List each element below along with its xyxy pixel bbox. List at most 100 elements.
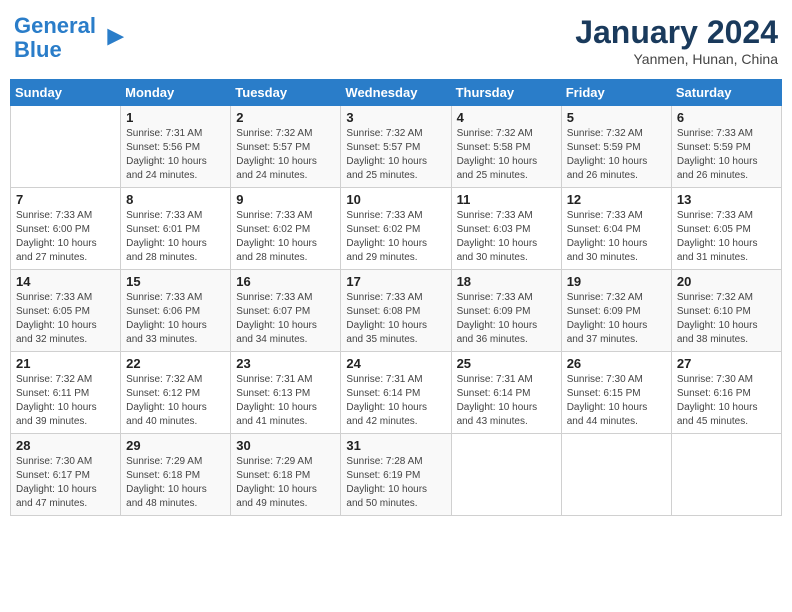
calendar-day-cell bbox=[561, 434, 671, 516]
day-number: 23 bbox=[236, 356, 335, 371]
day-info: Sunrise: 7:33 AM Sunset: 6:03 PM Dayligh… bbox=[457, 209, 556, 265]
calendar-day-cell bbox=[671, 434, 781, 516]
calendar-week-row: 7Sunrise: 7:33 AM Sunset: 6:00 PM Daylig… bbox=[11, 188, 782, 270]
calendar-day-cell: 27 Sunrise: 7:30 AM Sunset: 6:16 PM Dayli… bbox=[671, 352, 781, 434]
weekday-header: Monday bbox=[121, 80, 231, 106]
calendar-day-cell: 7Sunrise: 7:33 AM Sunset: 6:00 PM Daylig… bbox=[11, 188, 121, 270]
calendar-day-cell: 17 Sunrise: 7:33 AM Sunset: 6:08 PM Dayli… bbox=[341, 270, 451, 352]
day-info: Sunrise: 7:31 AM Sunset: 6:14 PM Dayligh… bbox=[346, 373, 445, 429]
day-number: 19 bbox=[567, 274, 666, 289]
day-info: Sunrise: 7:33 AM Sunset: 5:59 PM Dayligh… bbox=[677, 127, 776, 183]
calendar-day-cell: 8Sunrise: 7:33 AM Sunset: 6:01 PM Daylig… bbox=[121, 188, 231, 270]
day-number: 9 bbox=[236, 192, 335, 207]
day-info: Sunrise: 7:29 AM Sunset: 6:18 PM Dayligh… bbox=[236, 455, 335, 511]
calendar-day-cell bbox=[451, 434, 561, 516]
calendar-day-cell: 15Sunrise: 7:33 AM Sunset: 6:06 PM Dayli… bbox=[121, 270, 231, 352]
page-header: GeneralBlue January 2024 Yanmen, Hunan, … bbox=[10, 10, 782, 71]
day-number: 5 bbox=[567, 110, 666, 125]
day-info: Sunrise: 7:33 AM Sunset: 6:01 PM Dayligh… bbox=[126, 209, 225, 265]
day-number: 21 bbox=[16, 356, 115, 371]
day-info: Sunrise: 7:32 AM Sunset: 5:57 PM Dayligh… bbox=[236, 127, 335, 183]
day-info: Sunrise: 7:30 AM Sunset: 6:16 PM Dayligh… bbox=[677, 373, 776, 429]
day-number: 27 bbox=[677, 356, 776, 371]
calendar-day-cell: 22 Sunrise: 7:32 AM Sunset: 6:12 PM Dayli… bbox=[121, 352, 231, 434]
day-number: 12 bbox=[567, 192, 666, 207]
calendar-day-cell: 20 Sunrise: 7:32 AM Sunset: 6:10 PM Dayli… bbox=[671, 270, 781, 352]
calendar-day-cell: 29 Sunrise: 7:29 AM Sunset: 6:18 PM Dayli… bbox=[121, 434, 231, 516]
day-info: Sunrise: 7:32 AM Sunset: 5:59 PM Dayligh… bbox=[567, 127, 666, 183]
calendar-day-cell: 18Sunrise: 7:33 AM Sunset: 6:09 PM Dayli… bbox=[451, 270, 561, 352]
calendar-day-cell: 1 Sunrise: 7:31 AM Sunset: 5:56 PM Daylig… bbox=[121, 106, 231, 188]
calendar-day-cell: 11 Sunrise: 7:33 AM Sunset: 6:03 PM Dayli… bbox=[451, 188, 561, 270]
day-number: 29 bbox=[126, 438, 225, 453]
calendar-day-cell: 5 Sunrise: 7:32 AM Sunset: 5:59 PM Daylig… bbox=[561, 106, 671, 188]
day-info: Sunrise: 7:33 AM Sunset: 6:05 PM Dayligh… bbox=[16, 291, 115, 347]
day-number: 2 bbox=[236, 110, 335, 125]
day-number: 4 bbox=[457, 110, 556, 125]
logo-text: GeneralBlue bbox=[14, 14, 96, 62]
day-info: Sunrise: 7:30 AM Sunset: 6:17 PM Dayligh… bbox=[16, 455, 115, 511]
day-info: Sunrise: 7:29 AM Sunset: 6:18 PM Dayligh… bbox=[126, 455, 225, 511]
calendar-day-cell: 24Sunrise: 7:31 AM Sunset: 6:14 PM Dayli… bbox=[341, 352, 451, 434]
day-info: Sunrise: 7:31 AM Sunset: 6:14 PM Dayligh… bbox=[457, 373, 556, 429]
calendar-day-cell: 16 Sunrise: 7:33 AM Sunset: 6:07 PM Dayli… bbox=[231, 270, 341, 352]
day-number: 31 bbox=[346, 438, 445, 453]
weekday-header: Sunday bbox=[11, 80, 121, 106]
day-info: Sunrise: 7:32 AM Sunset: 6:09 PM Dayligh… bbox=[567, 291, 666, 347]
weekday-header: Friday bbox=[561, 80, 671, 106]
day-number: 14 bbox=[16, 274, 115, 289]
day-number: 15 bbox=[126, 274, 225, 289]
day-info: Sunrise: 7:28 AM Sunset: 6:19 PM Dayligh… bbox=[346, 455, 445, 511]
day-info: Sunrise: 7:33 AM Sunset: 6:02 PM Dayligh… bbox=[346, 209, 445, 265]
title-area: January 2024 Yanmen, Hunan, China bbox=[575, 14, 778, 67]
day-number: 11 bbox=[457, 192, 556, 207]
calendar-table: SundayMondayTuesdayWednesdayThursdayFrid… bbox=[10, 79, 782, 516]
calendar-day-cell: 6Sunrise: 7:33 AM Sunset: 5:59 PM Daylig… bbox=[671, 106, 781, 188]
weekday-header: Wednesday bbox=[341, 80, 451, 106]
day-info: Sunrise: 7:33 AM Sunset: 6:02 PM Dayligh… bbox=[236, 209, 335, 265]
weekday-header: Tuesday bbox=[231, 80, 341, 106]
day-number: 22 bbox=[126, 356, 225, 371]
day-info: Sunrise: 7:32 AM Sunset: 6:10 PM Dayligh… bbox=[677, 291, 776, 347]
day-info: Sunrise: 7:32 AM Sunset: 5:58 PM Dayligh… bbox=[457, 127, 556, 183]
logo: GeneralBlue bbox=[14, 14, 126, 62]
calendar-week-row: 1 Sunrise: 7:31 AM Sunset: 5:56 PM Daylig… bbox=[11, 106, 782, 188]
calendar-day-cell: 14 Sunrise: 7:33 AM Sunset: 6:05 PM Dayli… bbox=[11, 270, 121, 352]
calendar-day-cell: 10 Sunrise: 7:33 AM Sunset: 6:02 PM Dayli… bbox=[341, 188, 451, 270]
calendar-week-row: 21 Sunrise: 7:32 AM Sunset: 6:11 PM Dayli… bbox=[11, 352, 782, 434]
day-number: 10 bbox=[346, 192, 445, 207]
day-info: Sunrise: 7:33 AM Sunset: 6:05 PM Dayligh… bbox=[677, 209, 776, 265]
day-number: 17 bbox=[346, 274, 445, 289]
day-info: Sunrise: 7:33 AM Sunset: 6:00 PM Dayligh… bbox=[16, 209, 115, 265]
day-number: 16 bbox=[236, 274, 335, 289]
day-number: 1 bbox=[126, 110, 225, 125]
calendar-day-cell: 25 Sunrise: 7:31 AM Sunset: 6:14 PM Dayli… bbox=[451, 352, 561, 434]
day-number: 3 bbox=[346, 110, 445, 125]
day-number: 25 bbox=[457, 356, 556, 371]
calendar-day-cell: 2 Sunrise: 7:32 AM Sunset: 5:57 PM Daylig… bbox=[231, 106, 341, 188]
day-info: Sunrise: 7:33 AM Sunset: 6:08 PM Dayligh… bbox=[346, 291, 445, 347]
day-info: Sunrise: 7:32 AM Sunset: 6:11 PM Dayligh… bbox=[16, 373, 115, 429]
day-info: Sunrise: 7:33 AM Sunset: 6:09 PM Dayligh… bbox=[457, 291, 556, 347]
month-title: January 2024 bbox=[575, 14, 778, 51]
calendar-day-cell: 31 Sunrise: 7:28 AM Sunset: 6:19 PM Dayli… bbox=[341, 434, 451, 516]
day-info: Sunrise: 7:32 AM Sunset: 6:12 PM Dayligh… bbox=[126, 373, 225, 429]
calendar-day-cell: 30Sunrise: 7:29 AM Sunset: 6:18 PM Dayli… bbox=[231, 434, 341, 516]
day-info: Sunrise: 7:31 AM Sunset: 5:56 PM Dayligh… bbox=[126, 127, 225, 183]
day-number: 20 bbox=[677, 274, 776, 289]
day-number: 26 bbox=[567, 356, 666, 371]
calendar-day-cell: 12 Sunrise: 7:33 AM Sunset: 6:04 PM Dayli… bbox=[561, 188, 671, 270]
day-info: Sunrise: 7:33 AM Sunset: 6:07 PM Dayligh… bbox=[236, 291, 335, 347]
calendar-day-cell: 13Sunrise: 7:33 AM Sunset: 6:05 PM Dayli… bbox=[671, 188, 781, 270]
day-info: Sunrise: 7:33 AM Sunset: 6:04 PM Dayligh… bbox=[567, 209, 666, 265]
calendar-day-cell: 26Sunrise: 7:30 AM Sunset: 6:15 PM Dayli… bbox=[561, 352, 671, 434]
calendar-day-cell: 23Sunrise: 7:31 AM Sunset: 6:13 PM Dayli… bbox=[231, 352, 341, 434]
calendar-day-cell: 3 Sunrise: 7:32 AM Sunset: 5:57 PM Daylig… bbox=[341, 106, 451, 188]
calendar-week-row: 28Sunrise: 7:30 AM Sunset: 6:17 PM Dayli… bbox=[11, 434, 782, 516]
weekday-header: Saturday bbox=[671, 80, 781, 106]
calendar-day-cell: 4 Sunrise: 7:32 AM Sunset: 5:58 PM Daylig… bbox=[451, 106, 561, 188]
calendar-day-cell: 21 Sunrise: 7:32 AM Sunset: 6:11 PM Dayli… bbox=[11, 352, 121, 434]
day-info: Sunrise: 7:32 AM Sunset: 5:57 PM Dayligh… bbox=[346, 127, 445, 183]
calendar-week-row: 14 Sunrise: 7:33 AM Sunset: 6:05 PM Dayli… bbox=[11, 270, 782, 352]
calendar-day-cell: 28Sunrise: 7:30 AM Sunset: 6:17 PM Dayli… bbox=[11, 434, 121, 516]
